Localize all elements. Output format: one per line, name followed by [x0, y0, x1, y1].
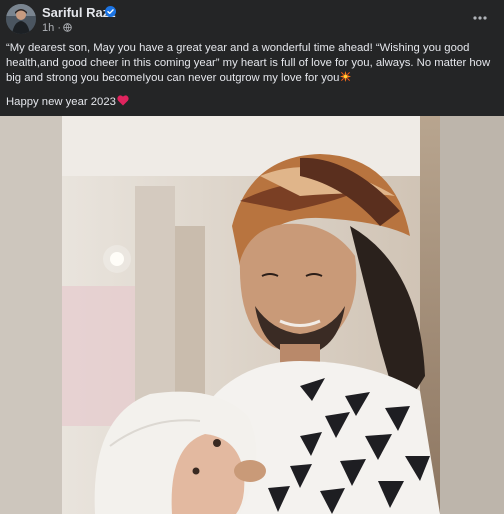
post-time[interactable]: 1h — [42, 22, 54, 34]
post-photo[interactable] — [0, 116, 504, 514]
greeting-text: Happy new year 2023 — [6, 95, 116, 108]
post-caption: “My dearest son, May you have a great ye… — [6, 41, 496, 111]
post-header: Sariful Razz 1h · — [0, 0, 504, 38]
verified-badge-icon — [105, 6, 116, 17]
post-meta: 1h · — [42, 22, 61, 34]
more-options-icon — [473, 16, 487, 20]
caption-paragraph: “My dearest son, May you have a great ye… — [6, 41, 496, 88]
globe-icon[interactable] — [63, 23, 72, 32]
caption-greeting: Happy new year 2023 — [6, 95, 496, 111]
man-holding-baby-photo — [0, 116, 504, 514]
red-heart-emoji-icon — [117, 95, 129, 111]
meta-separator: · — [57, 22, 61, 34]
more-options-button[interactable] — [470, 10, 490, 26]
sparkle-emoji-icon — [340, 71, 352, 87]
author-avatar[interactable] — [6, 4, 36, 34]
caption-text: “My dearest son, May you have a great ye… — [6, 42, 491, 85]
facebook-post: Sariful Razz 1h · “My dearest son, May y… — [0, 0, 504, 514]
